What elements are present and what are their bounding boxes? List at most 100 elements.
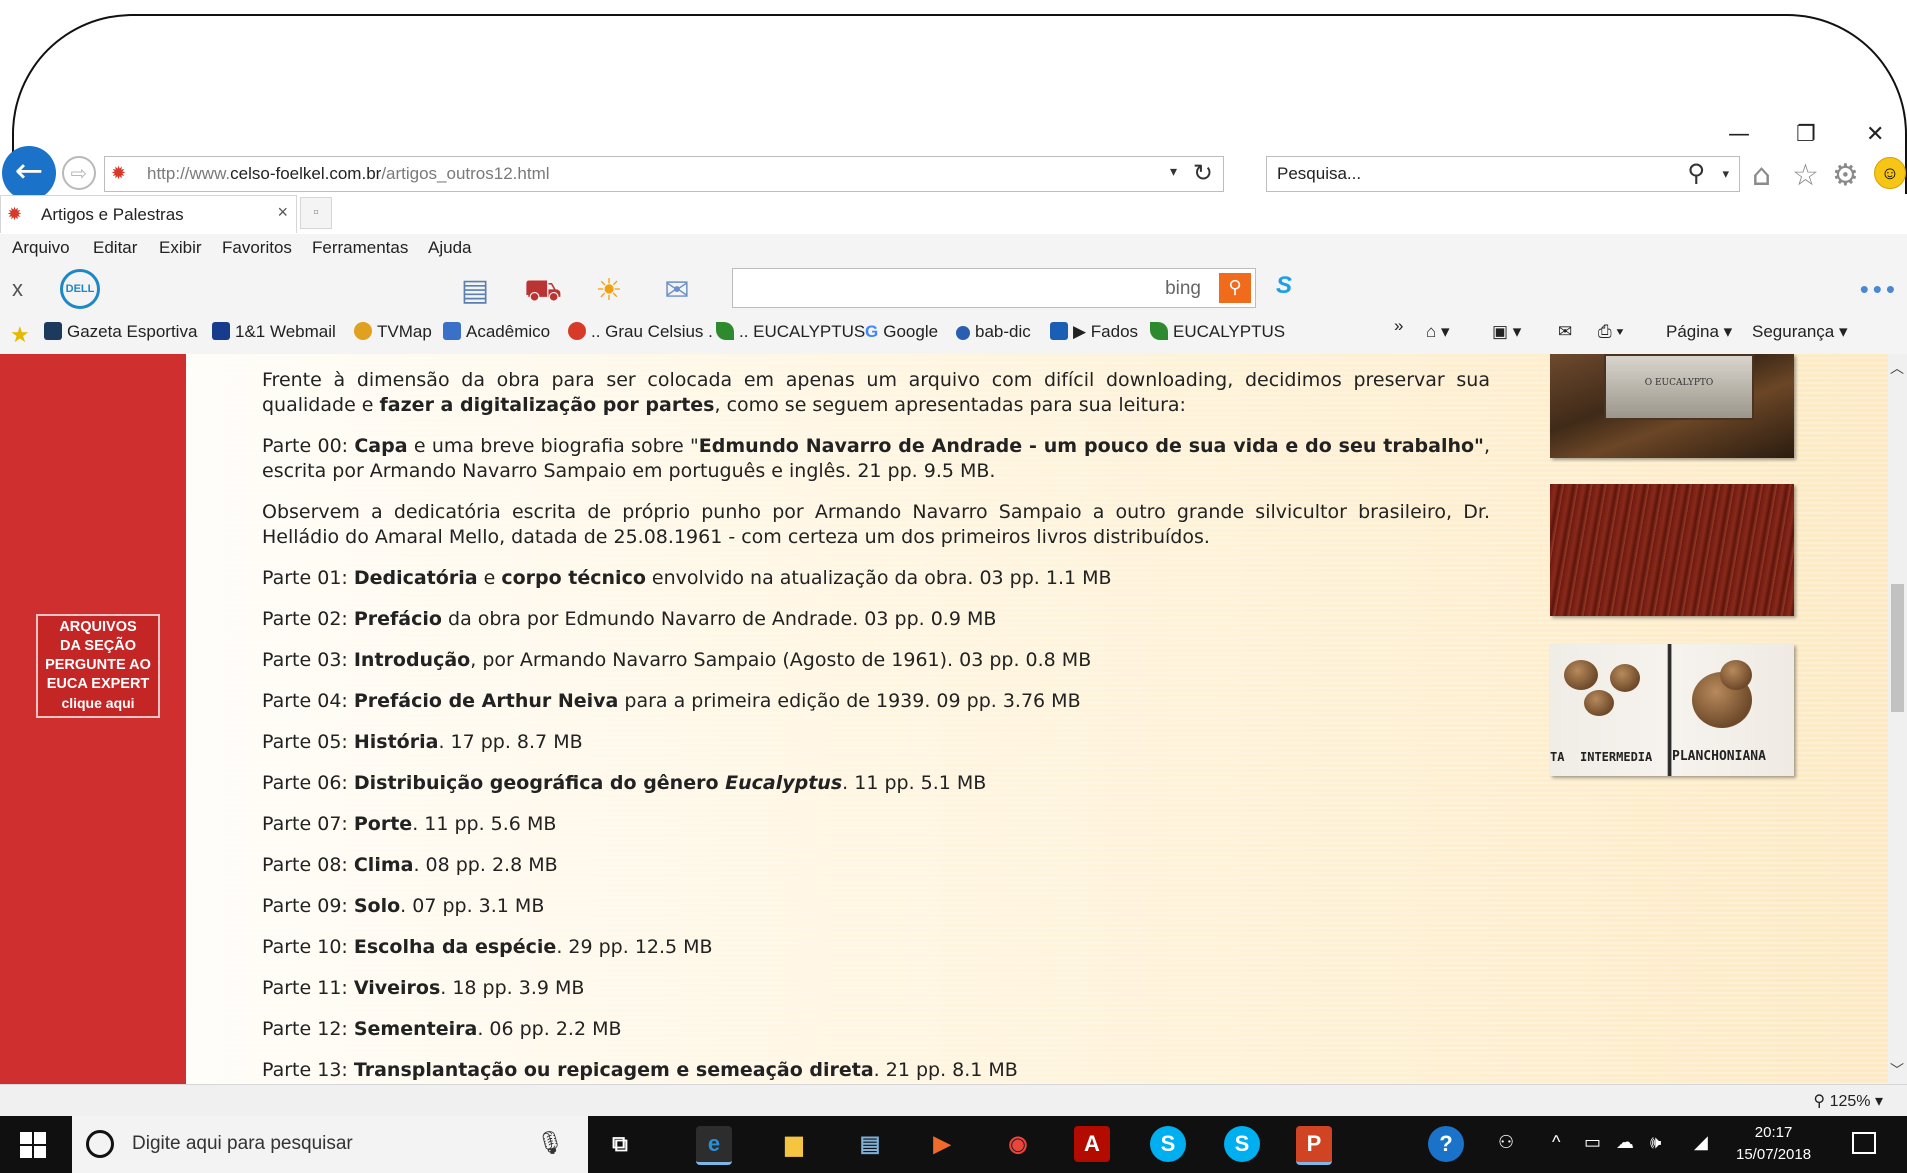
fav-bab-dic[interactable]: bab-dic [956, 322, 1031, 342]
arquivos-euca-expert-button[interactable]: ARQUIVOS DA SEÇÃO PERGUNTE AO EUCA EXPER… [36, 614, 160, 718]
list-item: Parte 01: Dedicatória e corpo técnico en… [262, 567, 1112, 589]
news-icon[interactable]: ▤ [450, 272, 500, 310]
dell-logo-icon[interactable]: DELL [60, 269, 100, 309]
part-link[interactable]: Viveiros [354, 977, 440, 999]
back-button[interactable]: ← [2, 146, 56, 200]
feeds-icon[interactable]: ▣ ▾ [1492, 322, 1521, 342]
badge-link[interactable]: clique aqui [61, 695, 134, 711]
skype-icon[interactable]: S [1276, 272, 1292, 300]
action-center-icon[interactable] [1852, 1132, 1876, 1154]
fav-webmail[interactable]: 1&1 Webmail [212, 322, 336, 342]
start-button[interactable] [20, 1132, 46, 1158]
weather-sun-icon[interactable]: ☀ [584, 272, 634, 310]
feedback-smiley-icon[interactable]: ☺ [1874, 157, 1906, 189]
more-options-icon[interactable]: ••• [1860, 274, 1899, 305]
acrobat-icon[interactable]: A [1074, 1126, 1110, 1162]
menu-arquivo[interactable]: Arquivo [12, 238, 70, 258]
add-favorite-star-icon[interactable]: ★ [10, 322, 30, 348]
new-tab-button[interactable]: ▫ [300, 197, 332, 229]
fav-grau-celsius[interactable]: .. Grau Celsius . [568, 322, 713, 342]
search-box[interactable]: ⚲ ▾ [1266, 156, 1740, 192]
part-link[interactable]: Prefácio [354, 608, 442, 630]
address-bar[interactable]: ✹ http://www.celso-foelkel.com.br/artigo… [104, 156, 1224, 192]
scroll-up-icon[interactable]: ︿ [1890, 358, 1904, 378]
refresh-icon[interactable]: ↻ [1193, 159, 1213, 187]
restore-button[interactable]: ❐ [1796, 122, 1816, 147]
fav-fados[interactable]: ▶ Fados [1050, 322, 1138, 342]
menu-editar[interactable]: Editar [93, 238, 137, 258]
people-icon[interactable]: ⚇ [1498, 1132, 1514, 1153]
fav-eucalyptus-2[interactable]: EUCALYPTUS [1150, 322, 1285, 342]
file-explorer-icon[interactable]: ▆ [776, 1126, 812, 1162]
photos-app-icon[interactable]: ▤ [852, 1126, 888, 1162]
volume-icon[interactable]: 🕪 [1650, 1132, 1661, 1153]
fav-eucalyptus-1[interactable]: .. EUCALYPTUS [716, 322, 865, 342]
microphone-icon[interactable]: 🎙 [536, 1130, 564, 1156]
zoom-level[interactable]: ⚲ 125% ▾ [1813, 1091, 1883, 1111]
media-player-icon[interactable]: ▶ [924, 1126, 960, 1162]
taskbar-search[interactable]: Digite aqui para pesquisar 🎙 [72, 1116, 588, 1173]
address-dropdown-icon[interactable]: ▾ [1170, 163, 1177, 180]
print-icon[interactable]: ⎙ ▾ [1598, 322, 1623, 342]
favorites-star-icon[interactable]: ☆ [1792, 158, 1819, 193]
car-icon[interactable]: ⛟ [518, 272, 568, 310]
fav-google[interactable]: G Google [865, 322, 938, 342]
fav-tvmap[interactable]: TVMap [354, 322, 432, 342]
home-command-icon[interactable]: ⌂ ▾ [1426, 322, 1450, 342]
fav-academico[interactable]: Acadêmico [443, 322, 550, 342]
task-view-icon[interactable]: ⧉ [602, 1126, 638, 1162]
fav-gazeta-esportiva[interactable]: Gazeta Esportiva [44, 322, 197, 342]
part-link[interactable]: Distribuição geográfica do gênero Eucaly… [354, 772, 842, 794]
internet-explorer-icon[interactable]: e [696, 1126, 732, 1165]
battery-icon[interactable]: ▭ [1584, 1132, 1601, 1153]
onedrive-cloud-icon[interactable]: ☁ [1616, 1132, 1634, 1153]
toolbar-close-icon[interactable]: x [12, 276, 23, 302]
bing-search-button[interactable]: ⚲ [1219, 273, 1251, 303]
bing-search-box[interactable]: bing ⚲ [732, 268, 1256, 308]
mail-icon[interactable]: ✉ [652, 272, 702, 310]
search-dropdown-icon[interactable]: ▾ [1722, 166, 1729, 182]
forward-button[interactable]: ⇨ [62, 156, 96, 190]
powerpoint-icon[interactable]: P [1296, 1126, 1332, 1165]
menu-exibir[interactable]: Exibir [159, 238, 202, 258]
search-icon[interactable]: ⚲ [1687, 159, 1705, 187]
part-00-link[interactable]: Capa [354, 435, 407, 457]
tab-artigos-e-palestras[interactable]: ✹ Artigos e Palestras × [0, 195, 297, 233]
badge-line: ARQUIVOS [59, 619, 137, 635]
home-icon[interactable]: ⌂ [1752, 158, 1771, 193]
system-clock[interactable]: 20:17 15/07/2018 [1736, 1122, 1811, 1166]
favorites-overflow-chevron[interactable]: » [1394, 316, 1403, 336]
help-icon[interactable]: ? [1428, 1126, 1464, 1162]
part-link[interactable]: Solo [354, 895, 400, 917]
part-link[interactable]: História [354, 731, 439, 753]
scroll-thumb[interactable] [1891, 584, 1904, 712]
part-link[interactable]: Introdução [354, 649, 470, 671]
part-link[interactable]: Prefácio de Arthur Neiva [354, 690, 619, 712]
close-window-button[interactable]: ✕ [1866, 122, 1884, 147]
security-menu[interactable]: Segurança ▾ [1752, 322, 1847, 342]
page-menu[interactable]: Página ▾ [1666, 322, 1732, 342]
part-link[interactable]: corpo técnico [501, 567, 646, 589]
show-hidden-icons-chevron[interactable]: ^ [1552, 1132, 1560, 1153]
menu-ajuda[interactable]: Ajuda [428, 238, 471, 258]
settings-gear-icon[interactable]: ⚙ [1832, 158, 1859, 193]
skype-business-icon[interactable]: S [1224, 1126, 1260, 1162]
vertical-scrollbar[interactable]: ︿ ﹀ [1888, 354, 1907, 1084]
part-link[interactable]: Sementeira [354, 1018, 477, 1040]
wifi-icon[interactable]: ◢ [1694, 1132, 1708, 1153]
part-link[interactable]: Porte [354, 813, 412, 835]
scroll-down-icon[interactable]: ﹀ [1890, 1060, 1904, 1080]
part-link[interactable]: Escolha da espécie [354, 936, 556, 958]
part-link[interactable]: Transplantação ou repicagem e semeação d… [354, 1059, 874, 1081]
tab-close-icon[interactable]: × [277, 202, 288, 223]
part-link[interactable]: Dedicatória [354, 567, 478, 589]
search-input[interactable] [1275, 163, 1659, 185]
skype-taskbar-icon[interactable]: S [1150, 1126, 1186, 1162]
minimize-button[interactable]: — [1728, 122, 1750, 147]
chrome-icon[interactable]: ◉ [1000, 1126, 1036, 1162]
read-mail-icon[interactable]: ✉ [1558, 322, 1572, 342]
menu-ferramentas[interactable]: Ferramentas [312, 238, 408, 258]
menu-favoritos[interactable]: Favoritos [222, 238, 292, 258]
part-link[interactable]: Clima [354, 854, 414, 876]
bing-search-input[interactable] [741, 277, 1145, 297]
